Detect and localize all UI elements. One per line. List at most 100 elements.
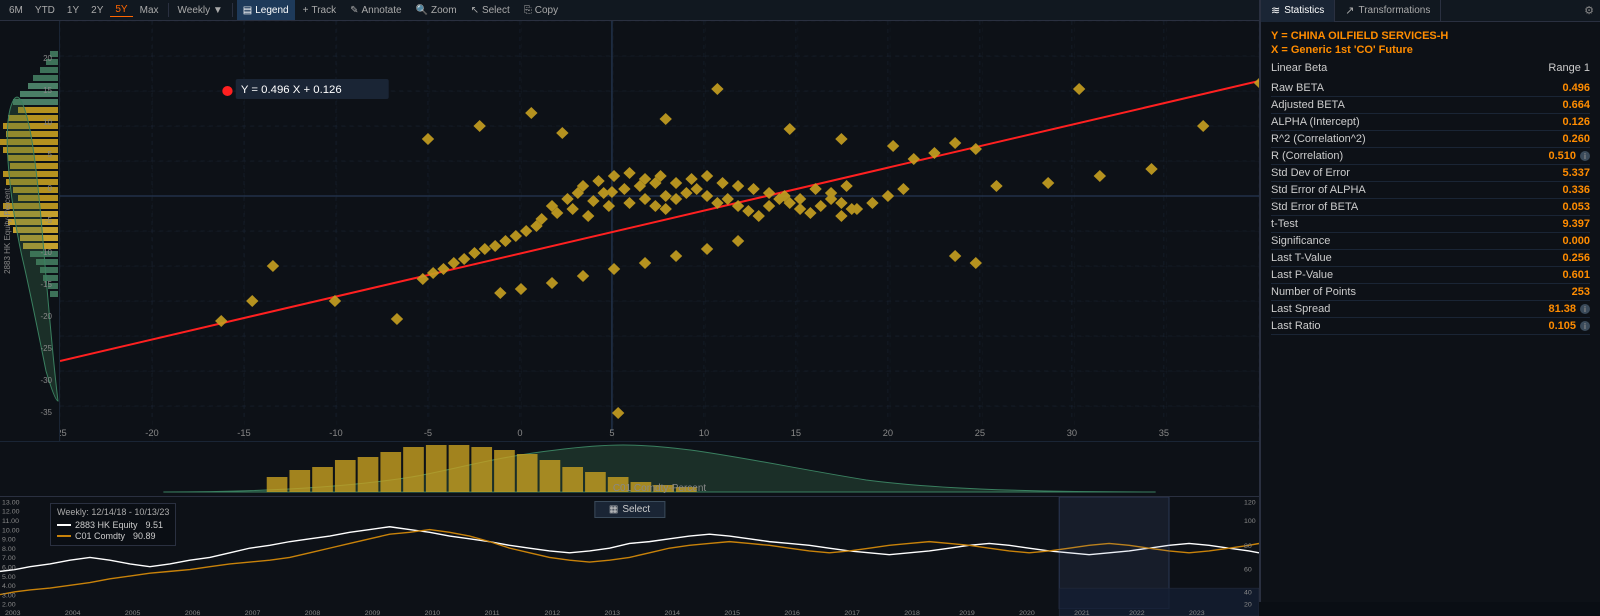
stats-range: Range 1 bbox=[1548, 62, 1590, 74]
svg-text:-25: -25 bbox=[60, 428, 67, 438]
info-icon[interactable]: i bbox=[1580, 151, 1590, 161]
tab-statistics[interactable]: ≋ Statistics bbox=[1261, 0, 1335, 22]
stat-label: Std Dev of Error bbox=[1271, 167, 1350, 179]
y-prefix: Y = bbox=[1271, 30, 1291, 42]
svg-text:2883 HK Equity-Percent: 2883 HK Equity-Percent bbox=[3, 187, 12, 274]
stats-row: Std Error of BETA0.053 bbox=[1271, 199, 1590, 216]
frequency-button[interactable]: Weekly ▼ bbox=[173, 4, 228, 17]
stat-label: R^2 (Correlation^2) bbox=[1271, 133, 1366, 145]
stat-value: 81.38i bbox=[1548, 303, 1590, 315]
svg-text:2010: 2010 bbox=[425, 610, 441, 616]
legend-button[interactable]: ▤ Legend bbox=[237, 0, 295, 20]
stat-value: 0.256 bbox=[1562, 252, 1590, 264]
svg-text:60: 60 bbox=[1244, 567, 1252, 574]
stats-row: Std Dev of Error 5.337 bbox=[1271, 165, 1590, 182]
stat-label: ALPHA (Intercept) bbox=[1271, 116, 1360, 128]
svg-text:2006: 2006 bbox=[185, 610, 201, 616]
svg-text:-15: -15 bbox=[40, 280, 52, 289]
btn-6m[interactable]: 6M bbox=[4, 4, 28, 17]
transform-tab-label: Transformations bbox=[1358, 5, 1430, 16]
stat-value: 9.397 bbox=[1562, 218, 1590, 230]
stat-value: 0.260 bbox=[1562, 133, 1590, 145]
track-button[interactable]: + Track bbox=[297, 0, 342, 20]
select-tool-button[interactable]: ↖ Select bbox=[465, 0, 516, 20]
info-icon[interactable]: i bbox=[1580, 321, 1590, 331]
copy-button[interactable]: ⎘ Copy bbox=[518, 0, 564, 20]
svg-text:2009: 2009 bbox=[365, 610, 381, 616]
svg-text:2018: 2018 bbox=[904, 610, 920, 616]
stats-row: ALPHA (Intercept) 0.126 bbox=[1271, 114, 1590, 131]
y-security: CHINA OILFIELD SERVICES-H bbox=[1291, 30, 1449, 42]
stats-row: Number of Points253 bbox=[1271, 284, 1590, 301]
stats-row: Last P-Value0.601 bbox=[1271, 267, 1590, 284]
right-panel: ≋ Statistics ↗ Transformations ⚙ Y = CHI… bbox=[1260, 0, 1600, 602]
x-histogram-section: C01 Comdty-Percent bbox=[0, 441, 1259, 496]
stat-value: 0.496 bbox=[1562, 82, 1590, 94]
time-period-buttons: 6M YTD 1Y 2Y 5Y Max bbox=[4, 3, 164, 17]
svg-text:-20: -20 bbox=[40, 312, 52, 321]
stat-value: 0.053 bbox=[1562, 201, 1590, 213]
svg-text:2015: 2015 bbox=[724, 610, 740, 616]
annotate-button[interactable]: ✎ Annotate bbox=[344, 0, 407, 20]
tab-transformations[interactable]: ↗ Transformations bbox=[1335, 0, 1441, 22]
y-histogram: 20 15 10 5 0 -5 -10 -15 -20 -25 -30 -35 … bbox=[0, 21, 60, 441]
stat-value: 0.336 bbox=[1562, 184, 1590, 196]
stats-row: Adjusted BETA0.664 bbox=[1271, 97, 1590, 114]
stats-row: Last Ratio 0.105i bbox=[1271, 318, 1590, 335]
right-tabs: ≋ Statistics ↗ Transformations bbox=[1261, 0, 1578, 22]
info-icon[interactable]: i bbox=[1580, 304, 1590, 314]
svg-text:20: 20 bbox=[883, 428, 893, 438]
svg-text:20: 20 bbox=[43, 54, 52, 63]
svg-text:80: 80 bbox=[1244, 543, 1252, 550]
svg-text:Y = 0.496 X + 0.126: Y = 0.496 X + 0.126 bbox=[241, 84, 342, 96]
svg-text:35: 35 bbox=[1159, 428, 1169, 438]
stat-label: Std Error of ALPHA bbox=[1271, 184, 1366, 196]
settings-button[interactable]: ⚙ bbox=[1578, 0, 1600, 22]
svg-text:2012: 2012 bbox=[545, 610, 561, 616]
stat-label: t-Test bbox=[1271, 218, 1298, 230]
svg-text:0: 0 bbox=[517, 428, 522, 438]
svg-text:2017: 2017 bbox=[844, 610, 860, 616]
stats-row: R (Correlation)0.510i bbox=[1271, 148, 1590, 165]
right-header: ≋ Statistics ↗ Transformations ⚙ bbox=[1261, 0, 1600, 22]
zoom-label: Zoom bbox=[431, 5, 457, 16]
svg-text:-15: -15 bbox=[237, 428, 250, 438]
stat-value: 0.105i bbox=[1548, 320, 1590, 332]
svg-text:2007: 2007 bbox=[245, 610, 261, 616]
svg-text:7.00: 7.00 bbox=[2, 555, 16, 562]
stats-title-row: Linear Beta Range 1 bbox=[1271, 62, 1590, 74]
stat-label: Raw BETA bbox=[1271, 82, 1324, 94]
svg-text:5: 5 bbox=[48, 150, 53, 159]
divider1 bbox=[168, 3, 169, 17]
svg-text:12.00: 12.00 bbox=[2, 509, 20, 516]
btn-ytd[interactable]: YTD bbox=[30, 4, 60, 17]
btn-2y[interactable]: 2Y bbox=[86, 4, 108, 17]
svg-text:2003: 2003 bbox=[5, 610, 21, 616]
annotate-label: Annotate bbox=[362, 5, 402, 16]
btn-max[interactable]: Max bbox=[135, 4, 164, 17]
svg-text:2.00: 2.00 bbox=[2, 602, 16, 609]
x-prefix: X = bbox=[1271, 44, 1291, 56]
btn-1y[interactable]: 1Y bbox=[62, 4, 84, 17]
svg-text:10: 10 bbox=[43, 118, 52, 127]
stat-value: 253 bbox=[1572, 286, 1590, 298]
btn-5y[interactable]: 5Y bbox=[110, 3, 132, 17]
stat-label: Last P-Value bbox=[1271, 269, 1333, 281]
svg-text:15: 15 bbox=[791, 428, 801, 438]
chart-area: 20 15 10 5 0 -5 -10 -15 -20 -25 -30 -35 … bbox=[0, 21, 1259, 616]
svg-text:40: 40 bbox=[1244, 590, 1252, 597]
stats-row: Std Error of ALPHA 0.336 bbox=[1271, 182, 1590, 199]
stat-value: 5.337 bbox=[1562, 167, 1590, 179]
x-hist-main: C01 Comdty-Percent bbox=[60, 442, 1259, 496]
zoom-button[interactable]: 🔍 Zoom bbox=[410, 0, 463, 20]
stats-row: Significance0.000 bbox=[1271, 233, 1590, 250]
svg-text:120: 120 bbox=[1244, 500, 1256, 507]
svg-text:5: 5 bbox=[609, 428, 614, 438]
x-axis-title: C01 Comdty-Percent bbox=[613, 483, 706, 494]
svg-text:2020: 2020 bbox=[1019, 610, 1035, 616]
stat-value: 0.126 bbox=[1562, 116, 1590, 128]
svg-text:2019: 2019 bbox=[959, 610, 975, 616]
hist-spacer bbox=[0, 442, 60, 496]
stat-label: Last Ratio bbox=[1271, 320, 1321, 332]
svg-text:2021: 2021 bbox=[1074, 610, 1090, 616]
